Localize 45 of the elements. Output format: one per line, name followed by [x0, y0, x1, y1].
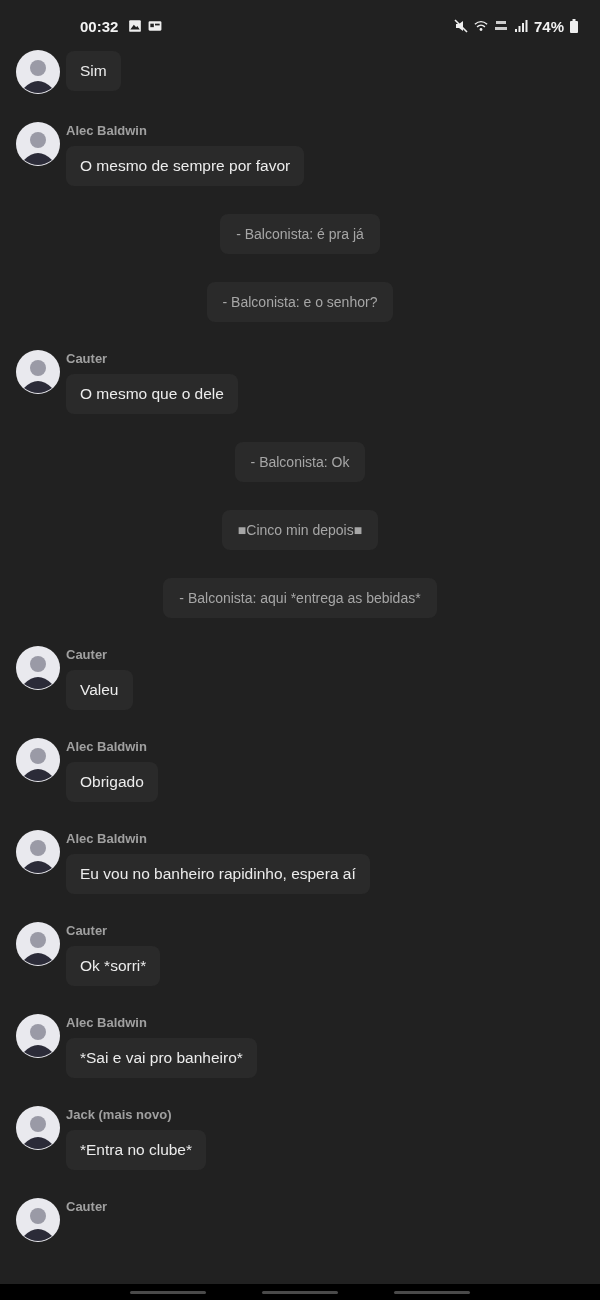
nav-handle-icon[interactable] [130, 1290, 206, 1294]
message-bubble: Obrigado [66, 762, 158, 802]
nav-handle-icon[interactable] [394, 1290, 470, 1294]
avatar[interactable] [16, 830, 60, 874]
avatar[interactable] [16, 738, 60, 782]
narration-bubble: - Balconista: e o senhor? [206, 282, 394, 322]
sender-name: Alec Baldwin [66, 739, 147, 754]
nav-handle-icon[interactable] [262, 1290, 338, 1294]
avatar[interactable] [16, 122, 60, 166]
signal-icon [513, 19, 528, 33]
sender-name: Cauter [66, 923, 108, 938]
sender-name: Alec Baldwin [66, 1015, 147, 1030]
sender-name: Alec Baldwin [66, 123, 147, 138]
wifi-icon [473, 19, 488, 33]
status-time: 00:32 [80, 17, 119, 35]
message-bubble: *Entra no clube* [66, 1130, 207, 1170]
avatar[interactable] [16, 1198, 60, 1242]
avatar[interactable] [16, 50, 60, 94]
narration-bubble: ■Cinco min depois■ [221, 510, 379, 550]
sender-name: Alec Baldwin [66, 831, 147, 846]
battery-icon [570, 19, 578, 33]
battery-percentage: 74% [533, 17, 564, 35]
avatar[interactable] [16, 646, 60, 690]
message-bubble: Ok *sorri* [66, 946, 161, 986]
sender-name: Cauter [66, 647, 108, 662]
message-bubble: Valeu [66, 670, 133, 710]
narration-bubble: - Balconista: é pra já [220, 214, 380, 254]
app-notification-icon [148, 19, 163, 33]
narration-bubble: - Balconista: aqui *entrega as bebidas* [163, 578, 437, 618]
message-bubble: *Sai e vai pro banheiro* [66, 1038, 257, 1078]
sender-name: Cauter [66, 351, 108, 366]
image-icon [128, 19, 143, 33]
network-type-icon [493, 19, 508, 33]
message-bubble: O mesmo de sempre por favor [66, 146, 305, 186]
narration-bubble: - Balconista: Ok [234, 442, 366, 482]
message-bubble: Eu vou no banheiro rapidinho, espera aí [66, 854, 370, 894]
sender-name: Jack (mais novo) [66, 1107, 172, 1122]
message-bubble: O mesmo que o dele [66, 374, 238, 414]
avatar[interactable] [16, 1106, 60, 1150]
avatar[interactable] [16, 922, 60, 966]
message-bubble: Sim [66, 51, 121, 91]
sender-name: Cauter [66, 1199, 108, 1214]
mute-icon [453, 19, 468, 33]
avatar[interactable] [16, 350, 60, 394]
avatar[interactable] [16, 1014, 60, 1058]
